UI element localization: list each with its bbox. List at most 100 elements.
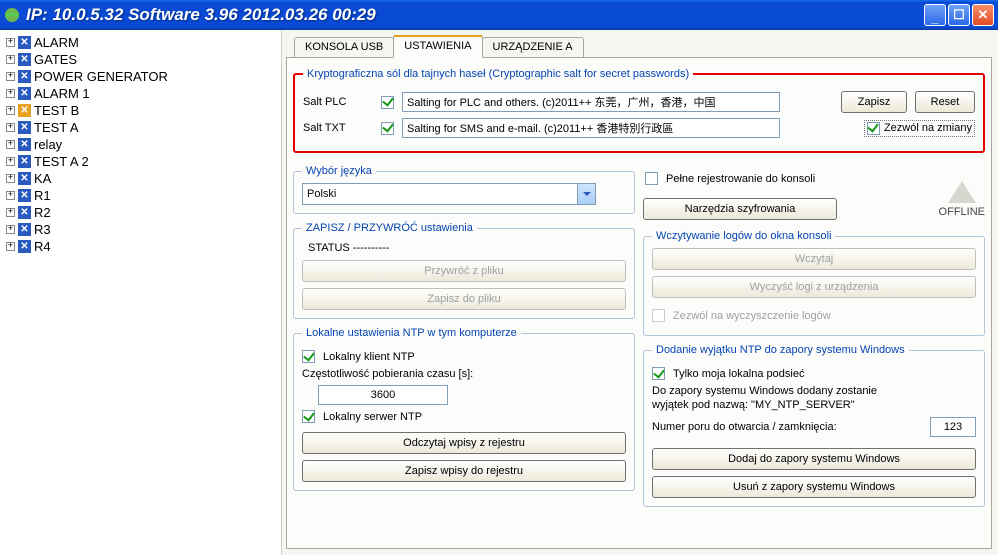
save-button[interactable]: Zapisz: [841, 91, 907, 113]
remove-firewall-button[interactable]: Usuń z zapory systemu Windows: [652, 476, 976, 498]
tree-item-label: ALARM 1: [34, 86, 90, 101]
allow-clear-label: Zezwól na wyczyszczenie logów: [673, 310, 831, 322]
language-legend: Wybór języka: [302, 165, 376, 177]
ntp-client-checkbox[interactable]: [302, 350, 315, 363]
ntp-write-registry-button[interactable]: Zapisz wpisy do rejestru: [302, 460, 626, 482]
node-icon: ✕: [18, 240, 31, 253]
allow-clear-checkbox[interactable]: [652, 309, 665, 322]
node-icon: ✕: [18, 121, 31, 134]
expand-icon[interactable]: [6, 72, 15, 81]
tree-item[interactable]: ✕R3: [2, 221, 279, 238]
load-logs-button[interactable]: Wczytaj: [652, 248, 976, 270]
maximize-button[interactable]: ☐: [948, 4, 970, 26]
clear-logs-button[interactable]: Wyczyść logi z urządzenia: [652, 276, 976, 298]
node-icon: ✕: [18, 87, 31, 100]
tree-item[interactable]: ✕relay: [2, 136, 279, 153]
only-local-subnet-label: Tylko moja lokalna podsieć: [673, 368, 804, 380]
salt-txt-input[interactable]: [402, 118, 780, 138]
expand-icon[interactable]: [6, 242, 15, 251]
node-icon: ✕: [18, 223, 31, 236]
ntp-server-checkbox[interactable]: [302, 410, 315, 423]
expand-icon[interactable]: [6, 225, 15, 234]
encryption-tools-button[interactable]: Narzędzia szyfrowania: [643, 198, 837, 220]
expand-icon[interactable]: [6, 157, 15, 166]
tree-item-label: R2: [34, 205, 51, 220]
full-logging-label: Pełne rejestrowanie do konsoli: [666, 173, 815, 185]
minimize-button[interactable]: _: [924, 4, 946, 26]
device-tree[interactable]: ✕ALARM✕GATES✕POWER GENERATOR✕ALARM 1✕TES…: [0, 30, 282, 555]
ntp-fw-legend: Dodanie wyjątku NTP do zapory systemu Wi…: [652, 344, 909, 356]
node-icon: ✕: [18, 189, 31, 202]
tree-item-label: KA: [34, 171, 51, 186]
tree-item[interactable]: ✕R4: [2, 238, 279, 255]
tree-item[interactable]: ✕TEST A: [2, 119, 279, 136]
salt-plc-checkbox[interactable]: [381, 96, 394, 109]
logs-legend: Wczytywanie logów do okna konsoli: [652, 230, 835, 242]
tree-item[interactable]: ✕ALARM: [2, 34, 279, 51]
tab-ustawienia[interactable]: USTAWIENIA: [393, 35, 482, 58]
salt-txt-label: Salt TXT: [303, 122, 373, 134]
ntp-firewall-group: Dodanie wyjątku NTP do zapory systemu Wi…: [643, 344, 985, 507]
tree-item[interactable]: ✕R1: [2, 187, 279, 204]
node-icon: ✕: [18, 172, 31, 185]
tree-item[interactable]: ✕ALARM 1: [2, 85, 279, 102]
logs-group: Wczytywanie logów do okna konsoli Wczyta…: [643, 230, 985, 336]
expand-icon[interactable]: [6, 174, 15, 183]
save-to-file-button[interactable]: Zapisz do pliku: [302, 288, 626, 310]
language-select[interactable]: Polski: [302, 183, 596, 205]
salt-txt-checkbox[interactable]: [381, 122, 394, 135]
expand-icon[interactable]: [6, 106, 15, 115]
tree-item[interactable]: ✕POWER GENERATOR: [2, 68, 279, 85]
expand-icon[interactable]: [6, 38, 15, 47]
ntp-port-input[interactable]: [930, 417, 976, 437]
close-button[interactable]: ✕: [972, 4, 994, 26]
allow-changes-checkbox[interactable]: [867, 122, 880, 135]
ntp-freq-label: Częstotliwość pobierania czasu [s]:: [302, 368, 473, 380]
ntp-server-label: Lokalny serwer NTP: [323, 411, 422, 423]
settings-panel: Kryptograficzna sól dla tajnych haseł (C…: [286, 57, 992, 549]
allow-changes-label: Zezwól na zmiany: [884, 122, 972, 134]
only-local-subnet-checkbox[interactable]: [652, 367, 665, 380]
tree-item[interactable]: ✕TEST A 2: [2, 153, 279, 170]
expand-icon[interactable]: [6, 89, 15, 98]
full-logging-checkbox[interactable]: [645, 172, 658, 185]
tree-item-label: ALARM: [34, 35, 79, 50]
tree-item[interactable]: ✕TEST B: [2, 102, 279, 119]
ntp-fw-desc1: Do zapory systemu Windows dodany zostani…: [652, 385, 976, 397]
tree-item-label: TEST A: [34, 120, 79, 135]
ntp-freq-input[interactable]: [318, 385, 448, 405]
node-icon: ✕: [18, 53, 31, 66]
node-icon: ✕: [18, 104, 31, 117]
ntp-fw-desc2: wyjątek pod nazwą: "MY_NTP_SERVER": [652, 399, 976, 411]
tree-item-label: R4: [34, 239, 51, 254]
warning-icon: [948, 167, 976, 203]
tab-urzadzenie-a[interactable]: URZĄDZENIE A: [482, 37, 584, 57]
ntp-read-registry-button[interactable]: Odczytaj wpisy z rejestru: [302, 432, 626, 454]
offline-label: OFFLINE: [939, 206, 985, 218]
tree-item[interactable]: ✕KA: [2, 170, 279, 187]
restore-from-file-button[interactable]: Przywróć z pliku: [302, 260, 626, 282]
save-restore-group: ZAPISZ / PRZYWRÓĆ ustawienia STATUS ----…: [293, 222, 635, 319]
language-group: Wybór języka Polski: [293, 165, 635, 214]
tree-item-label: R1: [34, 188, 51, 203]
ntp-local-legend: Lokalne ustawienia NTP w tym komputerze: [302, 327, 521, 339]
node-icon: ✕: [18, 36, 31, 49]
expand-icon[interactable]: [6, 140, 15, 149]
tree-item-label: GATES: [34, 52, 77, 67]
expand-icon[interactable]: [6, 208, 15, 217]
tree-item[interactable]: ✕R2: [2, 204, 279, 221]
expand-icon[interactable]: [6, 55, 15, 64]
add-firewall-button[interactable]: Dodaj do zapory systemu Windows: [652, 448, 976, 470]
salt-plc-input[interactable]: [402, 92, 780, 112]
tree-item-label: TEST A 2: [34, 154, 89, 169]
tree-item[interactable]: ✕GATES: [2, 51, 279, 68]
salt-plc-label: Salt PLC: [303, 96, 373, 108]
tree-item-label: R3: [34, 222, 51, 237]
expand-icon[interactable]: [6, 123, 15, 132]
reset-button[interactable]: Reset: [915, 91, 975, 113]
titlebar: IP: 10.0.5.32 Software 3.96 2012.03.26 0…: [0, 0, 998, 30]
tab-konsola-usb[interactable]: KONSOLA USB: [294, 37, 394, 57]
ntp-port-label: Numer poru do otwarcia / zamknięcia:: [652, 421, 837, 433]
tab-bar: KONSOLA USB USTAWIENIA URZĄDZENIE A: [286, 35, 992, 57]
expand-icon[interactable]: [6, 191, 15, 200]
